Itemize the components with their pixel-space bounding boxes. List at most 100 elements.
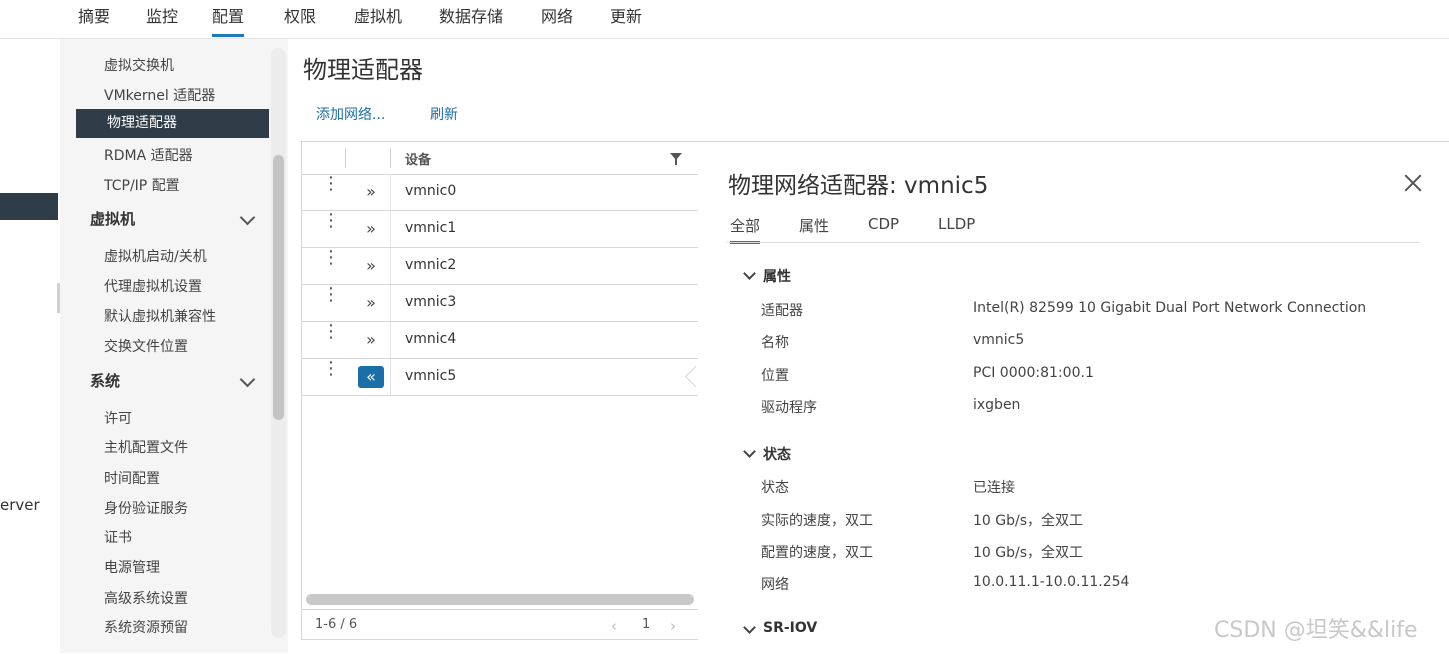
row-menu-icon[interactable]: ⋮ bbox=[322, 286, 340, 304]
nav-item-tcpip-config[interactable]: TCP/IP 配置 bbox=[104, 175, 180, 195]
inventory-selected-item[interactable] bbox=[0, 193, 58, 220]
row-menu-icon[interactable]: ⋮ bbox=[322, 360, 340, 378]
filter-icon[interactable] bbox=[670, 153, 682, 165]
refresh-button[interactable]: 刷新 bbox=[430, 104, 458, 124]
column-separator[interactable] bbox=[345, 148, 346, 168]
nav-item-power-management[interactable]: 电源管理 bbox=[104, 557, 160, 577]
nav-item-licensing[interactable]: 许可 bbox=[104, 408, 132, 428]
nav-item-virtual-switches[interactable]: 虚拟交换机 bbox=[104, 55, 174, 75]
tab-networks[interactable]: 网络 bbox=[541, 6, 573, 34]
section-properties[interactable]: 属性 bbox=[763, 266, 791, 286]
prop-label: 网络 bbox=[761, 577, 789, 593]
prop-value: 10.0.11.1-10.0.11.254 bbox=[973, 574, 1130, 590]
row-separator bbox=[390, 285, 391, 321]
table-row[interactable]: ⋮ » vmnic0 bbox=[302, 174, 698, 211]
prop-label: 名称 bbox=[761, 335, 789, 351]
table-row[interactable]: ⋮ » vmnic2 bbox=[302, 248, 698, 285]
expand-icon[interactable]: » bbox=[358, 329, 384, 351]
row-separator bbox=[390, 359, 391, 395]
table-row-selected[interactable]: ⋮ « vmnic5 bbox=[302, 359, 698, 396]
nav-item-advanced-settings[interactable]: 高级系统设置 bbox=[104, 588, 188, 608]
row-separator bbox=[390, 322, 391, 358]
expand-icon[interactable]: » bbox=[358, 292, 384, 314]
nav-item-vm-startup[interactable]: 虚拟机启动/关机 bbox=[104, 246, 207, 266]
grid-header: 设备 bbox=[302, 142, 698, 175]
item-count: 1-6 / 6 bbox=[315, 617, 358, 632]
prop-label: 配置的速度，双工 bbox=[761, 545, 873, 561]
row-label: vmnic3 bbox=[405, 294, 457, 310]
expand-icon[interactable]: » bbox=[358, 218, 384, 240]
row-label: vmnic0 bbox=[405, 183, 457, 199]
detail-tab-lldp[interactable]: LLDP bbox=[938, 215, 975, 241]
section-status[interactable]: 状态 bbox=[763, 444, 791, 464]
column-separator[interactable] bbox=[390, 148, 391, 168]
nav-item-rdma-adapters[interactable]: RDMA 适配器 bbox=[104, 145, 193, 165]
table-row[interactable]: ⋮ » vmnic4 bbox=[302, 322, 698, 359]
prop-label: 适配器 bbox=[761, 303, 803, 319]
section-sriov[interactable]: SR-IOV bbox=[763, 620, 817, 636]
row-separator bbox=[390, 248, 391, 284]
nav-item-resource-reservation[interactable]: 系统资源预留 bbox=[104, 617, 188, 637]
nav-item-physical-adapters[interactable]: 物理适配器 bbox=[76, 109, 269, 138]
left-divider bbox=[0, 38, 60, 39]
detail-tab-all[interactable]: 全部 bbox=[730, 215, 761, 244]
row-label: vmnic2 bbox=[405, 257, 457, 273]
inventory-item-partial[interactable]: erver bbox=[0, 496, 40, 514]
row-menu-icon[interactable]: ⋮ bbox=[322, 249, 340, 267]
detail-tab-properties[interactable]: 属性 bbox=[799, 215, 829, 241]
detail-tab-divider bbox=[727, 242, 1419, 243]
prop-value: 10 Gb/s，全双工 bbox=[973, 545, 1084, 561]
column-header-device[interactable]: 设备 bbox=[405, 149, 431, 168]
tab-updates[interactable]: 更新 bbox=[610, 6, 642, 34]
nav-scrollbar-thumb[interactable] bbox=[273, 155, 284, 420]
nav-item-vmkernel-adapters[interactable]: VMkernel 适配器 bbox=[104, 85, 215, 105]
add-network-button[interactable]: 添加网络... bbox=[316, 104, 385, 124]
row-separator bbox=[390, 211, 391, 247]
prop-label: 位置 bbox=[761, 368, 789, 384]
chevron-left-icon[interactable]: ‹ bbox=[611, 617, 617, 635]
expand-icon[interactable]: » bbox=[358, 181, 384, 203]
watermark: CSDN @坦笑&&life bbox=[1214, 618, 1418, 643]
nav-item-agent-vm[interactable]: 代理虚拟机设置 bbox=[104, 276, 202, 296]
nav-item-auth-services[interactable]: 身份验证服务 bbox=[104, 498, 188, 518]
row-menu-icon[interactable]: ⋮ bbox=[322, 175, 340, 193]
prop-value: Intel(R) 82599 10 Gigabit Dual Port Netw… bbox=[973, 300, 1367, 316]
table-row[interactable]: ⋮ » vmnic1 bbox=[302, 211, 698, 248]
left-pane bbox=[0, 0, 61, 653]
row-menu-icon[interactable]: ⋮ bbox=[322, 212, 340, 230]
expand-icon[interactable]: » bbox=[358, 255, 384, 277]
tab-configure[interactable]: 配置 bbox=[212, 6, 245, 37]
nav-item-certificate[interactable]: 证书 bbox=[104, 527, 132, 547]
close-icon[interactable] bbox=[1402, 172, 1424, 194]
prop-label: 驱动程序 bbox=[761, 400, 817, 416]
nav-item-default-vm-compat[interactable]: 默认虚拟机兼容性 bbox=[104, 306, 216, 326]
collapse-icon[interactable]: « bbox=[358, 366, 384, 388]
nav-item-swap-file[interactable]: 交换文件位置 bbox=[104, 336, 188, 356]
tab-monitor[interactable]: 监控 bbox=[146, 6, 178, 34]
nav-item-host-profile[interactable]: 主机配置文件 bbox=[104, 437, 188, 457]
grid-footer: 1-6 / 6 ‹ 1 › bbox=[302, 609, 698, 640]
prop-value: 已连接 bbox=[973, 480, 1015, 496]
row-menu-icon[interactable]: ⋮ bbox=[322, 323, 340, 341]
chevron-down-icon[interactable] bbox=[239, 209, 256, 226]
page-number: 1 bbox=[642, 617, 651, 632]
tab-summary[interactable]: 摘要 bbox=[78, 6, 110, 34]
table-row[interactable]: ⋮ » vmnic3 bbox=[302, 285, 698, 322]
adapter-grid: 设备 ⋮ » vmnic0 ⋮ » vmnic1 ⋮ » vmnic2 ⋮ » … bbox=[301, 141, 699, 640]
chevron-right-icon[interactable]: › bbox=[670, 617, 676, 635]
top-tab-bar: 摘要 监控 配置 权限 虚拟机 数据存储 网络 更新 bbox=[60, 0, 1449, 39]
nav-group-vm[interactable]: 虚拟机 bbox=[90, 208, 135, 229]
settings-nav: 虚拟交换机 VMkernel 适配器 物理适配器 RDMA 适配器 TCP/IP… bbox=[60, 39, 288, 653]
detail-tab-cdp[interactable]: CDP bbox=[868, 215, 899, 241]
tab-vms[interactable]: 虚拟机 bbox=[354, 6, 402, 34]
prop-value: ixgben bbox=[973, 397, 1021, 413]
grid-horizontal-scrollbar[interactable] bbox=[306, 594, 694, 605]
tab-datastores[interactable]: 数据存储 bbox=[439, 6, 503, 34]
chevron-down-icon[interactable] bbox=[239, 371, 256, 388]
row-separator bbox=[390, 174, 391, 210]
tab-permissions[interactable]: 权限 bbox=[284, 6, 316, 34]
prop-label: 状态 bbox=[761, 480, 789, 496]
nav-group-system[interactable]: 系统 bbox=[90, 370, 120, 391]
prop-label: 实际的速度，双工 bbox=[761, 513, 873, 529]
nav-item-time-config[interactable]: 时间配置 bbox=[104, 468, 160, 488]
